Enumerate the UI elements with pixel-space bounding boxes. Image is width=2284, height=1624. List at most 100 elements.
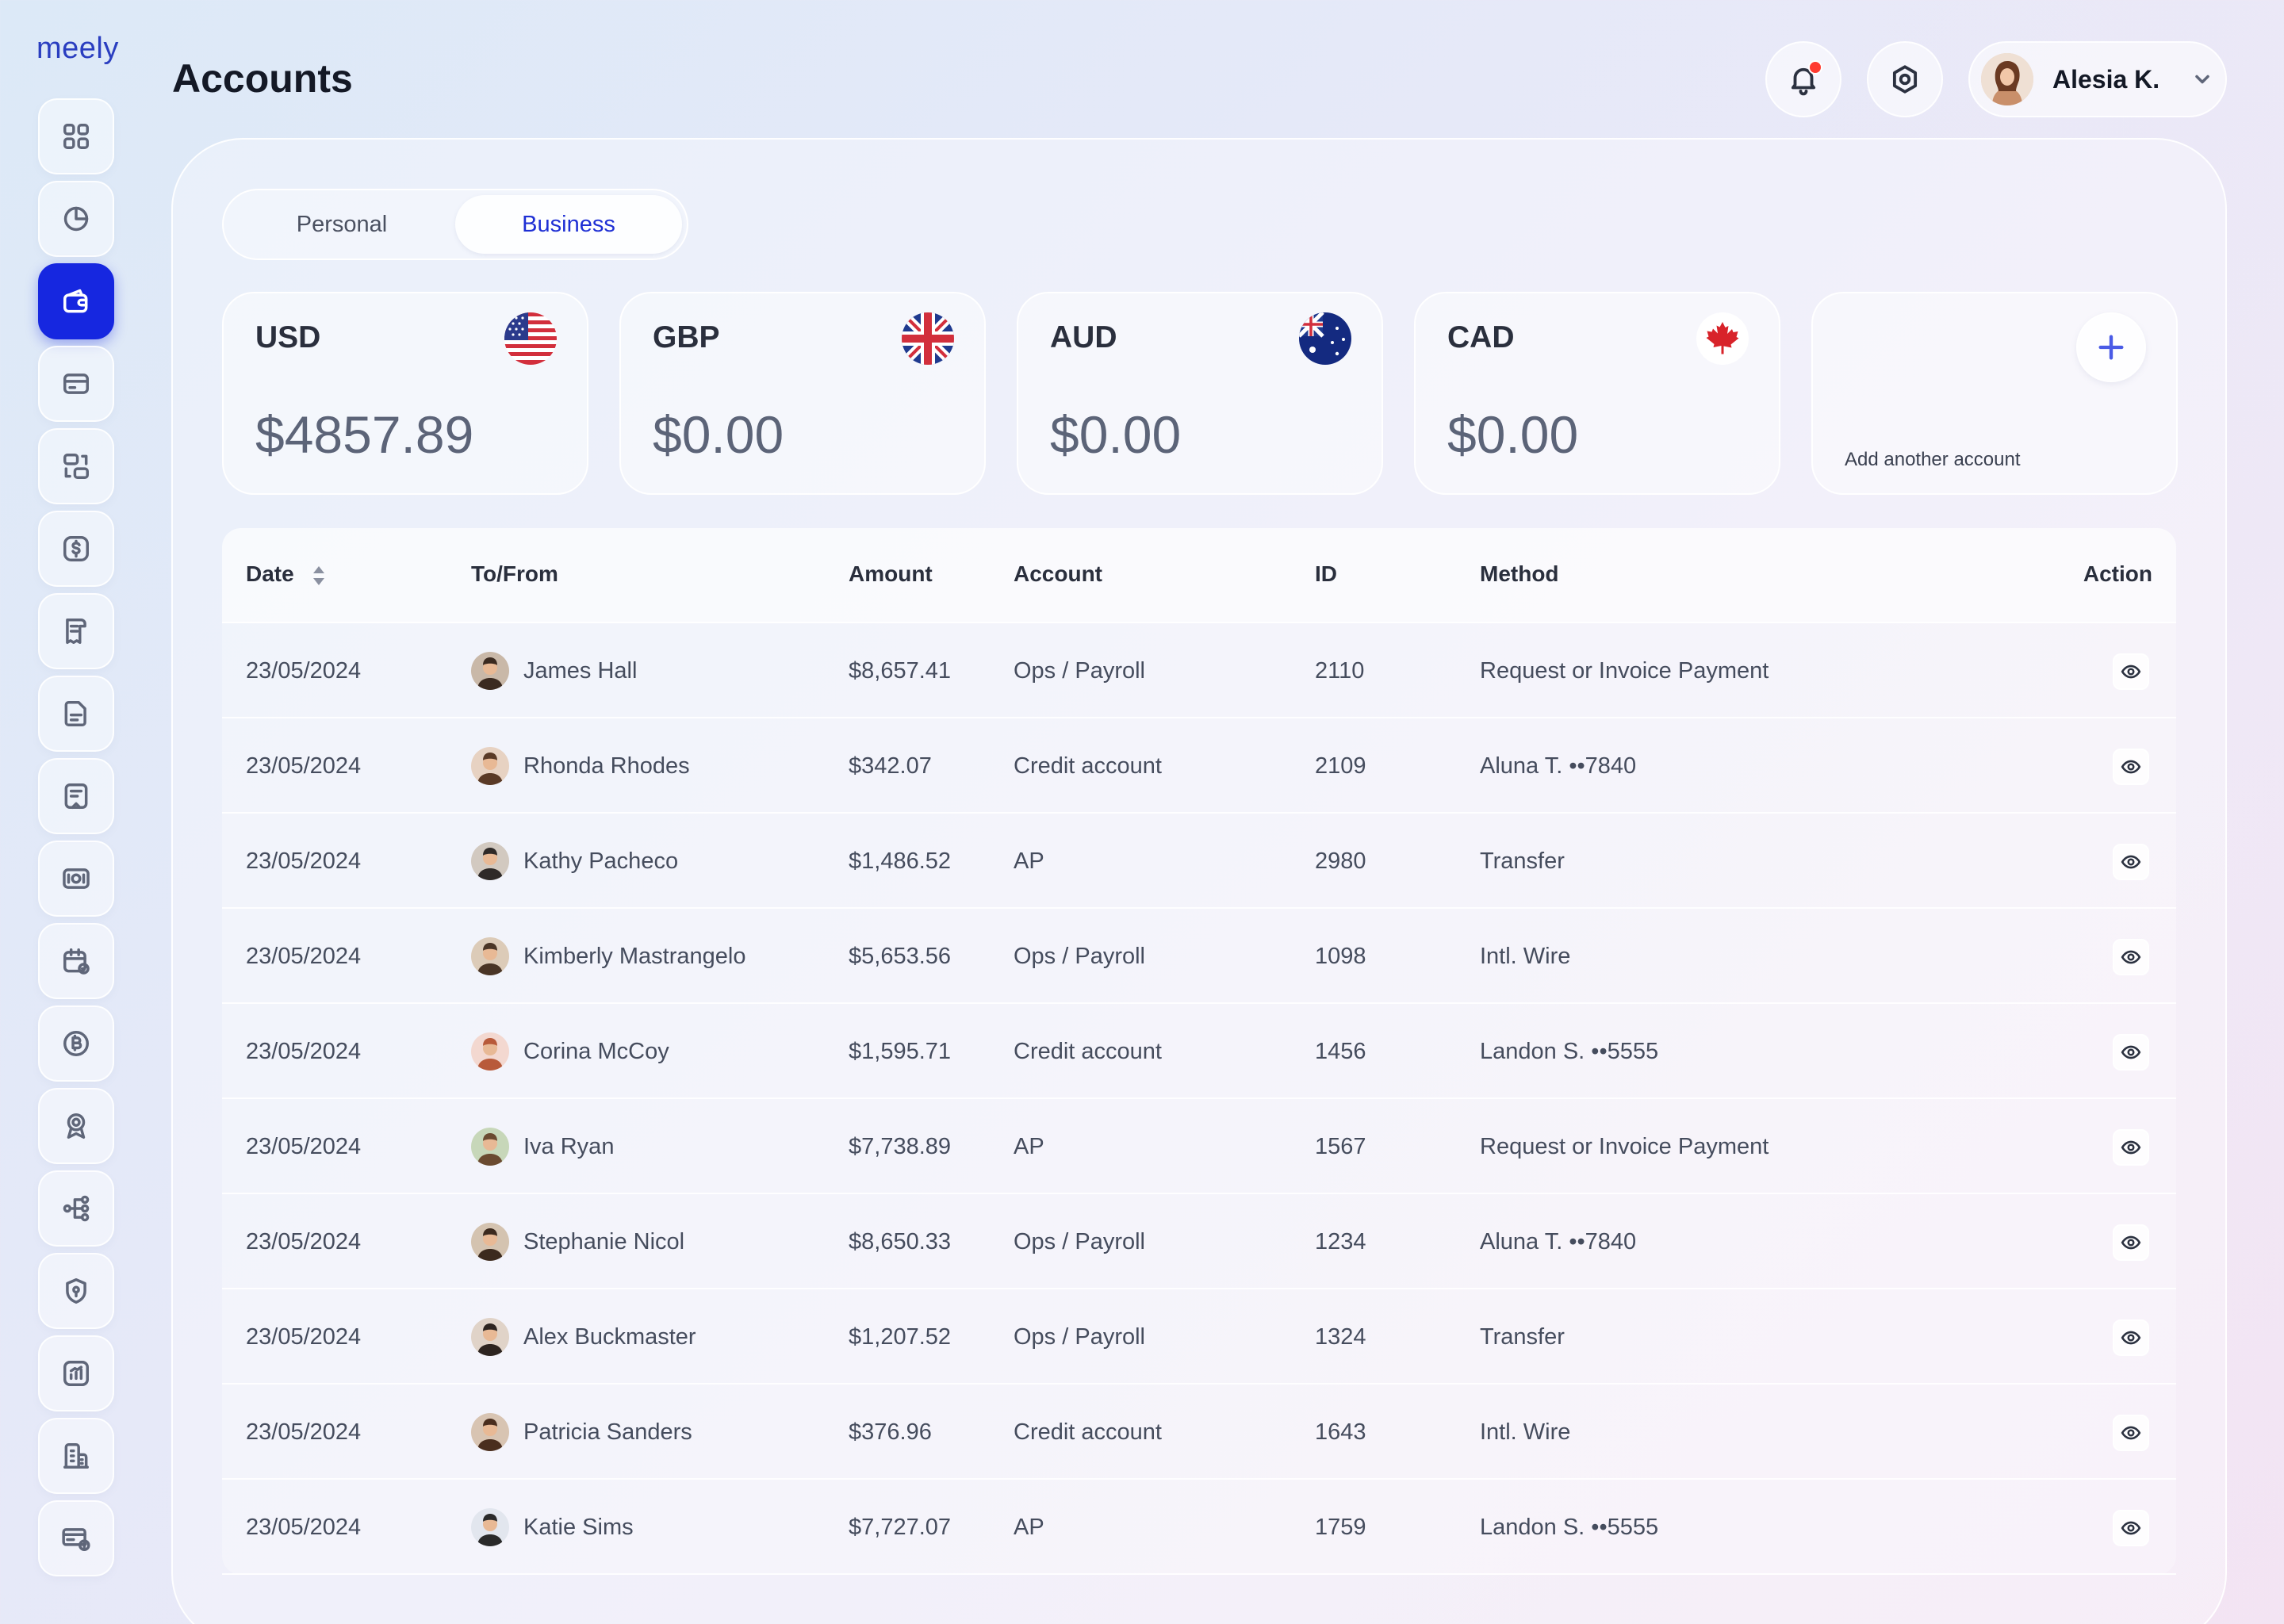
bitcoin-icon <box>63 1031 89 1056</box>
add-account-card[interactable]: Add another account <box>1811 292 2178 495</box>
sidebar-nav <box>38 98 114 1583</box>
view-button[interactable] <box>2113 939 2149 975</box>
app-logo[interactable]: meely <box>36 32 119 66</box>
report-icon <box>63 1361 89 1386</box>
cell-id: 1643 <box>1315 1419 1366 1445</box>
table-row[interactable]: 23/05/2024 Alex Buckmaster $1,207.52 Ops / … <box>222 1289 2176 1385</box>
sidebar-item-receipts[interactable] <box>38 758 114 834</box>
cell-account: AP <box>1014 1515 1044 1540</box>
transactions-table: Date To/From Amount Account ID Method Ac… <box>222 528 2176 1575</box>
table-row[interactable]: 23/05/2024 Rhonda Rhodes $342.07 Credit acc… <box>222 718 2176 814</box>
contact-avatar <box>471 842 509 880</box>
account-card-usd[interactable]: USD $4857.89 <box>222 292 588 495</box>
account-balance: $0.00 <box>1447 405 1579 464</box>
settings-button[interactable] <box>1867 41 1943 117</box>
grid-icon <box>63 124 89 149</box>
eye-icon <box>2121 1140 2141 1155</box>
account-currency: GBP <box>653 320 720 354</box>
building-icon <box>63 1443 89 1469</box>
cell-id: 2980 <box>1315 848 1366 874</box>
cell-date: 23/05/2024 <box>246 1134 362 1159</box>
sidebar-item-rewards[interactable] <box>38 1088 114 1164</box>
contact-avatar <box>471 1032 509 1071</box>
cell-id: 1098 <box>1315 944 1366 969</box>
document-icon <box>66 619 86 644</box>
eye-icon <box>2121 1045 2141 1059</box>
table-row[interactable]: 23/05/2024 Kathy Pacheco $1,486.52 AP 2980 Tr… <box>222 814 2176 909</box>
sidebar-item-payments[interactable] <box>38 511 114 587</box>
view-button[interactable] <box>2113 1224 2149 1261</box>
cell-method: Landon S. ••5555 <box>1480 1039 1659 1064</box>
cell-amount: $8,650.33 <box>849 1229 952 1254</box>
view-button[interactable] <box>2113 1415 2149 1451</box>
table-row[interactable]: 23/05/2024 Iva Ryan $7,738.89 AP 1567 Request… <box>222 1099 2176 1194</box>
sidebar-item-analytics[interactable] <box>38 181 114 257</box>
cell-amount: $342.07 <box>849 753 932 779</box>
cell-method: Landon S. ••5555 <box>1480 1515 1659 1540</box>
add-account-label: Add another account <box>1845 449 2021 470</box>
cell-id: 1456 <box>1315 1039 1366 1064</box>
sidebar-item-schedule[interactable] <box>38 923 114 999</box>
sidebar-item-integrations[interactable] <box>38 1170 114 1247</box>
cell-method: Transfer <box>1480 848 1565 874</box>
table-row[interactable]: 23/05/2024 Corina McCoy $1,595.71 Credit ac… <box>222 1004 2176 1099</box>
sidebar-item-accounts[interactable] <box>38 263 114 339</box>
sidebar-item-cash[interactable] <box>38 841 114 917</box>
table-row[interactable]: 23/05/2024 Katie Sims $7,727.07 AP 1759 Lando… <box>222 1480 2176 1575</box>
sort-icon[interactable] <box>311 565 327 587</box>
add-account-button[interactable] <box>2076 312 2146 382</box>
eye-icon <box>2121 950 2141 964</box>
sidebar-item-crypto[interactable] <box>38 1005 114 1082</box>
column-date[interactable]: Date <box>246 561 294 587</box>
account-balance: $0.00 <box>1050 405 1182 464</box>
account-type-tabs: Personal Business <box>222 189 688 260</box>
account-card-cad[interactable]: CAD $0.00 <box>1414 292 1780 495</box>
cell-method: Aluna T. ••7840 <box>1480 1229 1637 1254</box>
sidebar-item-security[interactable] <box>38 1253 114 1329</box>
table-row[interactable]: 23/05/2024 Kimberly Mastrangelo $5,653.56 O… <box>222 909 2176 1004</box>
cell-account: Ops / Payroll <box>1014 1324 1145 1350</box>
table-row[interactable]: 23/05/2024 James Hall $8,657.41 Ops / Payro… <box>222 623 2176 718</box>
cell-to-from: Katie Sims <box>523 1515 634 1540</box>
account-card-gbp[interactable]: GBP $0.00 <box>619 292 986 495</box>
view-button[interactable] <box>2113 653 2149 690</box>
cell-amount: $1,595.71 <box>849 1039 952 1064</box>
view-button[interactable] <box>2113 844 2149 880</box>
tab-business[interactable]: Business <box>455 195 682 254</box>
sidebar-item-billing[interactable] <box>38 1500 114 1576</box>
eye-icon <box>2121 760 2141 774</box>
cell-method: Transfer <box>1480 1324 1565 1350</box>
view-button[interactable] <box>2113 1320 2149 1356</box>
user-menu[interactable]: Alesia K. <box>1968 41 2227 117</box>
uk-flag-icon <box>902 312 954 365</box>
sidebar-item-statements[interactable] <box>38 676 114 752</box>
cell-id: 1759 <box>1315 1515 1366 1540</box>
table-row[interactable]: 23/05/2024 Stephanie Nicol $8,650.33 Ops / … <box>222 1194 2176 1289</box>
column-account: Account <box>1014 561 1102 586</box>
sidebar-item-reports[interactable] <box>38 1335 114 1411</box>
sidebar-item-dashboard[interactable] <box>38 98 114 174</box>
cell-to-from: James Hall <box>523 658 638 684</box>
tab-personal[interactable]: Personal <box>228 195 455 254</box>
cell-method: Aluna T. ••7840 <box>1480 753 1637 779</box>
payment-card-icon <box>62 1528 90 1551</box>
calendar-check-icon <box>63 948 90 975</box>
cell-to-from: Rhonda Rhodes <box>523 753 690 779</box>
notifications-button[interactable] <box>1765 41 1841 117</box>
cell-id: 1324 <box>1315 1324 1366 1350</box>
sidebar-item-company[interactable] <box>38 1418 114 1494</box>
table-row[interactable]: 23/05/2024 Patricia Sanders $376.96 Credit … <box>222 1385 2176 1480</box>
sidebar-item-invoices[interactable] <box>38 593 114 669</box>
cell-method: Request or Invoice Payment <box>1480 1134 1769 1159</box>
account-card-aud[interactable]: AUD $0.00 <box>1017 292 1383 495</box>
sidebar-item-cards[interactable] <box>38 346 114 422</box>
card-icon <box>63 373 89 394</box>
cell-account: Ops / Payroll <box>1014 944 1145 969</box>
cell-date: 23/05/2024 <box>246 1039 362 1064</box>
view-button[interactable] <box>2113 1034 2149 1071</box>
view-button[interactable] <box>2113 1129 2149 1166</box>
cell-amount: $7,738.89 <box>849 1134 952 1159</box>
view-button[interactable] <box>2113 1510 2149 1546</box>
view-button[interactable] <box>2113 749 2149 785</box>
sidebar-item-exchange[interactable] <box>38 428 114 504</box>
